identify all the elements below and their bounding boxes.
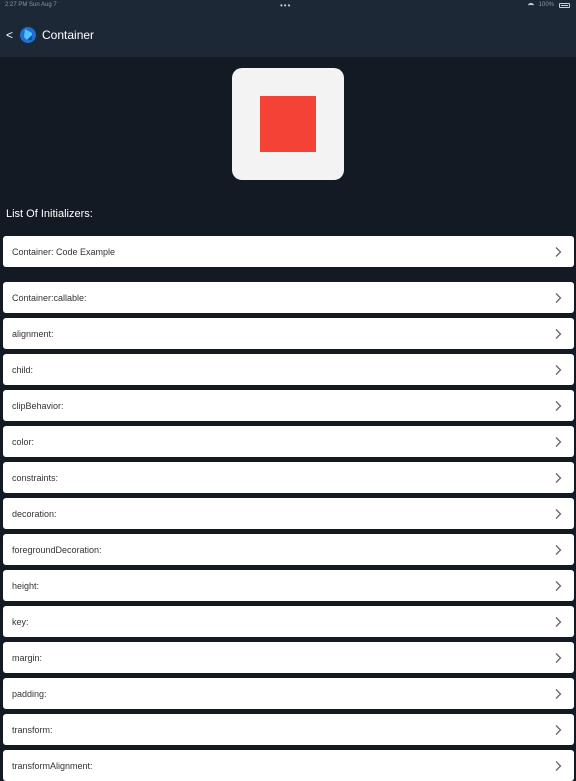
list-item-label: constraints: xyxy=(12,472,59,483)
chevron-right-icon xyxy=(555,652,562,663)
list-item-label: Container: Code Example xyxy=(12,246,116,257)
section-title: List Of Initializers: xyxy=(6,208,93,220)
chevron-right-icon xyxy=(555,328,562,339)
chevron-right-icon xyxy=(555,616,562,627)
list-item[interactable]: constraints: xyxy=(3,462,574,493)
list-item[interactable]: key: xyxy=(3,606,574,637)
multitasking-dots-icon[interactable]: ••• xyxy=(280,1,291,10)
list-item[interactable]: padding: xyxy=(3,678,574,709)
list-item-label: clipBehavior: xyxy=(12,400,64,411)
battery-percent: 100% xyxy=(538,2,554,8)
code-example-row[interactable]: Container: Code Example xyxy=(3,236,574,267)
list-item-label: decoration: xyxy=(12,508,57,519)
chevron-right-icon xyxy=(555,400,562,411)
status-right: 100% xyxy=(527,2,570,8)
list-item[interactable]: decoration: xyxy=(3,498,574,529)
list-item[interactable]: transformAlignment: xyxy=(3,750,574,781)
battery-icon xyxy=(559,2,570,8)
status-time: 2:27 PM Sun Aug 7 xyxy=(5,2,57,8)
chevron-right-icon xyxy=(555,246,562,257)
list-item-label: transform: xyxy=(12,724,53,735)
list-item-label: alignment: xyxy=(12,328,54,339)
list-item[interactable]: color: xyxy=(3,426,574,457)
page-title: Container xyxy=(42,27,95,42)
list-item-label: Container:callable: xyxy=(12,292,87,303)
list-item[interactable]: alignment: xyxy=(3,318,574,349)
red-square xyxy=(260,96,316,152)
list-item-label: key: xyxy=(12,616,29,627)
back-button[interactable]: < xyxy=(6,28,18,42)
wifi-icon xyxy=(527,2,534,8)
navigation-bar: < Container xyxy=(0,12,576,57)
list-item[interactable]: child: xyxy=(3,354,574,385)
status-bar: 2:27 PM Sun Aug 7 ••• 100% xyxy=(0,0,576,12)
list-item-label: child: xyxy=(12,364,34,375)
list-item[interactable]: margin: xyxy=(3,642,574,673)
list-item[interactable]: height: xyxy=(3,570,574,601)
list-item[interactable]: foregroundDecoration: xyxy=(3,534,574,565)
container-preview xyxy=(232,68,344,180)
list-item-label: height: xyxy=(12,580,40,591)
list-item-label: foregroundDecoration: xyxy=(12,544,102,555)
chevron-right-icon xyxy=(555,472,562,483)
chevron-right-icon xyxy=(555,508,562,519)
list-item[interactable]: Container:callable: xyxy=(3,282,574,313)
chevron-right-icon xyxy=(555,688,562,699)
chevron-right-icon xyxy=(555,436,562,447)
chevron-right-icon xyxy=(555,292,562,303)
chevron-right-icon xyxy=(555,580,562,591)
chevron-right-icon xyxy=(555,724,562,735)
list-item[interactable]: clipBehavior: xyxy=(3,390,574,421)
chevron-right-icon xyxy=(555,760,562,771)
list-item-label: padding: xyxy=(12,688,47,699)
list-item[interactable]: transform: xyxy=(3,714,574,745)
list-item-label: color: xyxy=(12,436,35,447)
chevron-right-icon xyxy=(555,364,562,375)
chevron-right-icon xyxy=(555,544,562,555)
list-item-label: margin: xyxy=(12,652,43,663)
flutter-logo-icon xyxy=(20,26,36,43)
list-item-label: transformAlignment: xyxy=(12,760,93,771)
